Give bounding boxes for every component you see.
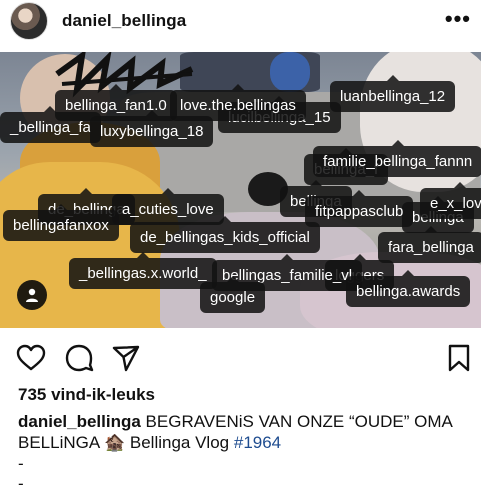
avatar[interactable]: [10, 2, 48, 40]
caption-line: -: [18, 474, 24, 493]
user-tag[interactable]: luanbellinga_12: [330, 75, 456, 112]
user-tag[interactable]: familie_bellinga_fannn: [313, 140, 481, 177]
user-tag[interactable]: de_bellingas_kids_official: [130, 216, 320, 253]
user-tag[interactable]: bellinga_fan1.0: [55, 84, 177, 121]
user-tag[interactable]: _bellingas.x.world_: [69, 252, 217, 289]
caption-hashtag[interactable]: #1964: [234, 433, 281, 452]
post-caption: daniel_bellinga BEGRAVENiS VAN ONZE “OUD…: [18, 411, 468, 453]
caption-line: -: [18, 454, 24, 473]
user-tag[interactable]: fitpappasclub: [305, 190, 414, 227]
heart-icon[interactable]: [16, 343, 46, 373]
photo-region: [270, 52, 310, 92]
user-tag[interactable]: love.the.bellingas: [170, 84, 306, 121]
post-actions: [0, 338, 481, 378]
likes-count[interactable]: 735 vind-ik-leuks: [18, 385, 155, 405]
send-icon[interactable]: [111, 343, 141, 373]
post-header: daniel_bellinga •••: [0, 0, 481, 44]
user-tag[interactable]: e_x_love: [420, 182, 481, 219]
user-tag-button[interactable]: [17, 280, 47, 310]
user-tag[interactable]: bellinga.awards: [346, 270, 471, 307]
post-photo[interactable]: bellinga_f bellinga lucilbellinga_15 _be…: [0, 52, 481, 328]
comment-icon[interactable]: [64, 343, 94, 373]
user-tag[interactable]: a_cuties_love: [112, 188, 224, 225]
more-horizontal-icon[interactable]: •••: [445, 6, 471, 32]
user-tag[interactable]: google: [200, 276, 266, 313]
user-tag-icon: [26, 288, 38, 302]
bookmark-icon[interactable]: [446, 343, 472, 373]
caption-username[interactable]: daniel_bellinga: [18, 412, 141, 431]
user-tag[interactable]: fara_bellinga: [378, 226, 481, 263]
user-tag[interactable]: bellingafanxox: [3, 204, 119, 241]
username[interactable]: daniel_bellinga: [62, 11, 186, 31]
